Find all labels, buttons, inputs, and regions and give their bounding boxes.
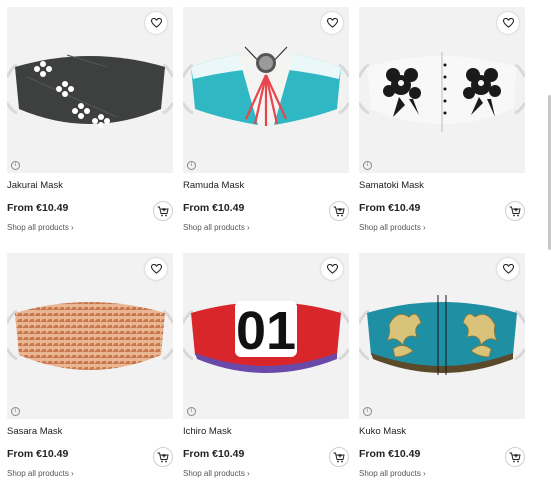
shop-all-products-link[interactable]: Shop all products ›	[183, 469, 250, 478]
product-image[interactable]: i	[183, 7, 349, 173]
product-price: From €10.49	[7, 448, 69, 460]
shop-all-products-link[interactable]: Shop all products ›	[7, 469, 74, 478]
heart-icon[interactable]	[321, 12, 343, 34]
shop-all-products-link[interactable]: Shop all products ›	[7, 223, 74, 232]
add-to-cart-button[interactable]	[505, 447, 525, 467]
heart-icon[interactable]	[497, 12, 519, 34]
cart-icon	[157, 452, 169, 462]
mask-image-ichiro: 01	[183, 301, 349, 373]
shop-all-products-link[interactable]: Shop all products ›	[359, 469, 426, 478]
mask-image-kuko	[359, 295, 525, 375]
product-title[interactable]: Sasara Mask	[7, 426, 62, 437]
shop-all-products-link[interactable]: Shop all products ›	[359, 223, 426, 232]
add-to-cart-button[interactable]	[329, 447, 349, 467]
info-icon[interactable]: i	[11, 407, 20, 416]
info-icon[interactable]: i	[363, 407, 372, 416]
mask-image-samatoki	[359, 52, 525, 132]
heart-icon[interactable]	[497, 258, 519, 280]
add-to-cart-button[interactable]	[153, 201, 173, 221]
info-icon[interactable]: i	[363, 161, 372, 170]
product-image[interactable]: 01 i	[183, 253, 349, 419]
product-image[interactable]: i	[7, 253, 173, 419]
cart-icon	[509, 206, 521, 216]
cart-icon	[333, 452, 345, 462]
add-to-cart-button[interactable]	[153, 447, 173, 467]
product-card[interactable]: i Kuko Mask From €10.49 Shop all product…	[359, 253, 525, 489]
product-price: From €10.49	[183, 448, 245, 460]
cart-icon	[509, 452, 521, 462]
product-price: From €10.49	[7, 202, 69, 214]
product-title[interactable]: Kuko Mask	[359, 426, 406, 437]
add-to-cart-button[interactable]	[329, 201, 349, 221]
cart-icon	[157, 206, 169, 216]
mask-image-ramuda	[183, 46, 349, 126]
product-price: From €10.49	[183, 202, 245, 214]
add-to-cart-button[interactable]	[505, 201, 525, 221]
heart-icon[interactable]	[145, 258, 167, 280]
product-card[interactable]: i Sasara Mask From €10.49 Shop all produ…	[7, 253, 173, 489]
info-icon[interactable]: i	[11, 161, 20, 170]
product-card[interactable]: i Samatoki Mask From €10.49 Shop all pro…	[359, 7, 525, 243]
product-card[interactable]: i Ramuda Mask From €10.49 Shop all produ…	[183, 7, 349, 243]
cart-icon	[333, 206, 345, 216]
product-price: From €10.49	[359, 202, 421, 214]
product-image[interactable]: i	[7, 7, 173, 173]
info-icon[interactable]: i	[187, 161, 196, 170]
mask-image-jakurai	[7, 54, 173, 128]
product-title[interactable]: Ichiro Mask	[183, 426, 232, 437]
product-card[interactable]: 01 i Ichiro Mask From €10.49 Shop all pr…	[183, 253, 349, 489]
info-icon[interactable]: i	[187, 407, 196, 416]
product-card[interactable]: i Jakurai Mask From €10.49 Shop all prod…	[7, 7, 173, 243]
shop-all-products-link[interactable]: Shop all products ›	[183, 223, 250, 232]
mask-image-sasara	[7, 302, 173, 370]
heart-icon[interactable]	[321, 258, 343, 280]
product-image[interactable]: i	[359, 7, 525, 173]
product-title[interactable]: Jakurai Mask	[7, 180, 63, 191]
mask-number-text: 01	[236, 301, 296, 361]
product-image[interactable]: i	[359, 253, 525, 419]
heart-icon[interactable]	[145, 12, 167, 34]
product-title[interactable]: Ramuda Mask	[183, 180, 244, 191]
product-title[interactable]: Samatoki Mask	[359, 180, 424, 191]
product-price: From €10.49	[359, 448, 421, 460]
